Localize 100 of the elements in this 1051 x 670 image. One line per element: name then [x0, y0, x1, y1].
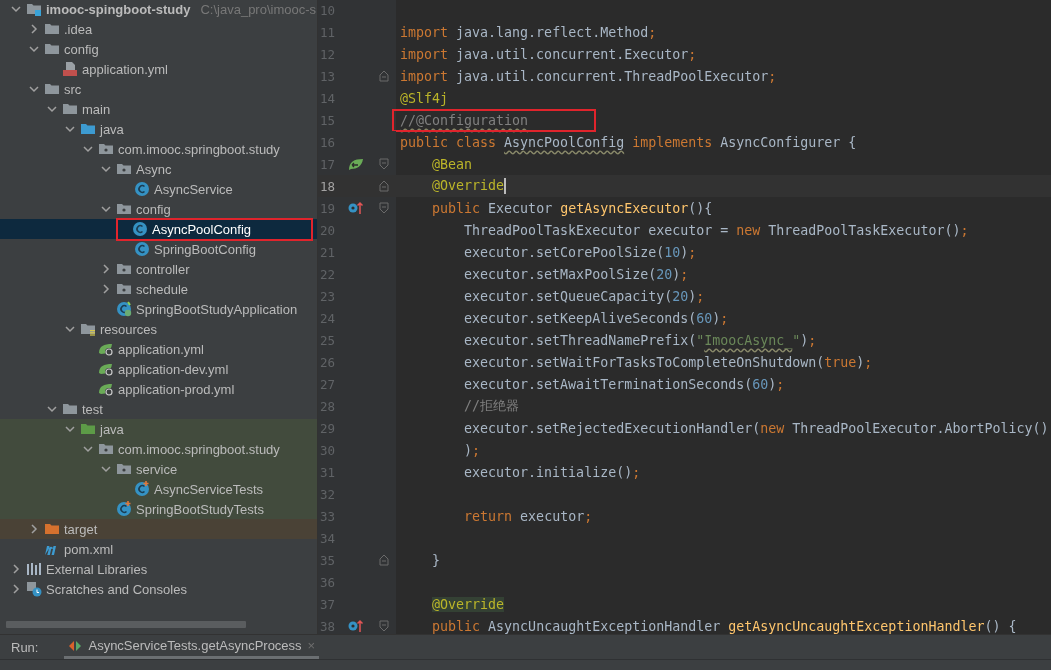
chevron-down-icon[interactable] [64, 123, 76, 135]
tree-item-label[interactable]: Async [136, 160, 172, 178]
run-label: Run: [11, 639, 39, 655]
tree-item-label[interactable]: AsyncServiceTests [154, 480, 264, 498]
tree-item-label[interactable]: controller [136, 260, 190, 278]
fold-icon[interactable] [379, 70, 389, 82]
code-line: executor.initialize(); [463, 464, 641, 480]
code-line: import java.util.concurrent.Executor; [400, 46, 697, 62]
chevron-right-icon[interactable] [28, 23, 40, 35]
chevron-down-icon[interactable] [64, 423, 76, 435]
folder-icon [26, 1, 42, 17]
tree-item-label[interactable]: test [82, 400, 103, 418]
tree-item-label[interactable]: AsyncPoolConfig [152, 220, 251, 238]
chevron-right-icon[interactable] [100, 283, 112, 295]
tree-item-label[interactable]: application.yml [82, 60, 168, 78]
line-number: 18 [319, 178, 337, 194]
bean-icon[interactable] [348, 157, 364, 171]
code-line: executor.setQueueCapacity(20); [463, 288, 705, 304]
code-line: executor.setAwaitTerminationSeconds(60); [463, 376, 785, 392]
class-icon [132, 221, 148, 237]
chevron-down-icon[interactable] [46, 403, 58, 415]
fold-icon[interactable] [379, 620, 389, 632]
yml-file-icon [62, 61, 78, 77]
chevron-down-icon[interactable] [46, 103, 58, 115]
chevron-right-icon[interactable] [10, 563, 22, 575]
leaf-gear-icon [98, 361, 114, 377]
tree-item-label[interactable]: application-prod.yml [118, 380, 235, 398]
tree-item-label[interactable]: main [82, 100, 111, 118]
tree-item-label[interactable]: java [100, 420, 124, 438]
chevron-down-icon[interactable] [28, 43, 40, 55]
code-line: executor.setKeepAliveSeconds(60); [463, 310, 729, 326]
code-line: public Executor getAsyncExecutor(){ [431, 200, 713, 216]
class-icon [134, 181, 150, 197]
class-icon [134, 241, 150, 257]
tree-item-label[interactable]: service [136, 460, 178, 478]
code-line: import java.lang.reflect.Method; [400, 24, 657, 40]
tree-item-label[interactable]: SpringBootStudyApplication [136, 300, 298, 318]
leaf-gear-icon [98, 341, 114, 357]
code-line: ); [463, 442, 481, 458]
chevron-down-icon[interactable] [28, 83, 40, 95]
tree-item-label[interactable]: config [136, 200, 171, 218]
code-line: //@Configuration [400, 112, 529, 128]
fold-icon[interactable] [379, 554, 389, 566]
tree-item-label[interactable]: SpringBootConfig [154, 240, 256, 258]
folder-icon [44, 21, 60, 37]
chevron-down-icon[interactable] [82, 443, 94, 455]
chevron-down-icon[interactable] [64, 323, 76, 335]
tree-item-label[interactable]: src [64, 80, 82, 98]
chevron-right-icon[interactable] [10, 583, 22, 595]
project-path: C:\java_pro\imooc-s [200, 1, 317, 17]
tree-item-label[interactable]: imooc-spingboot-study [46, 0, 191, 18]
folder-icon [80, 321, 96, 337]
tree-item-label[interactable]: Scratches and Consoles [46, 580, 187, 598]
chevron-down-icon[interactable] [100, 463, 112, 475]
package-icon [116, 281, 132, 297]
chevron-down-icon[interactable] [100, 203, 112, 215]
tree-item-label[interactable]: com.imooc.springboot.study [118, 140, 280, 158]
fold-icon[interactable] [379, 180, 389, 192]
text-caret [504, 178, 507, 194]
package-icon [98, 141, 114, 157]
scratch-clock-icon [26, 581, 42, 597]
fold-icon[interactable] [379, 202, 389, 214]
tree-item-label[interactable]: SpringBootStudyTests [136, 500, 264, 518]
folder-icon [62, 401, 78, 417]
tree-item-label[interactable]: External Libraries [46, 560, 148, 578]
package-icon [116, 201, 132, 217]
tree-item-label[interactable]: schedule [136, 280, 189, 298]
override-icon[interactable] [348, 619, 364, 633]
chevron-down-icon[interactable] [82, 143, 94, 155]
code-line: public AsyncUncaughtExceptionHandler getAsyncUncaughtExceptionHandler() { [431, 618, 1017, 634]
tree-item-label[interactable]: target [64, 520, 98, 538]
folder-icon [44, 41, 60, 57]
scrollbar[interactable] [6, 621, 246, 628]
code-line: executor.setMaxPoolSize(20); [463, 266, 689, 282]
folder-icon [80, 121, 96, 137]
tree-item-label[interactable]: com.imooc.springboot.study [118, 440, 280, 458]
tree-item-label[interactable]: java [100, 120, 124, 138]
tree-item-label[interactable]: config [64, 40, 99, 58]
class-icon [116, 301, 132, 317]
leaf-gear-icon [98, 381, 114, 397]
folder-icon [44, 521, 60, 537]
code-line: executor.setThreadNamePrefix("ImoocAsync_"); [463, 332, 817, 348]
chevron-down-icon[interactable] [100, 163, 112, 175]
tree-item-label[interactable]: resources [100, 320, 158, 338]
library-icon [26, 561, 42, 577]
code-line: executor.setCorePoolSize(10); [463, 244, 697, 260]
tree-item-label[interactable]: application-dev.yml [118, 360, 229, 378]
fold-icon[interactable] [379, 158, 389, 170]
chevron-down-icon[interactable] [10, 3, 22, 15]
tree-item-label[interactable]: .idea [64, 20, 93, 38]
tree-item-label[interactable]: AsyncService [154, 180, 233, 198]
package-icon [116, 161, 132, 177]
tree-item-label[interactable]: pom.xml [64, 540, 114, 558]
override-icon[interactable] [348, 201, 364, 215]
folder-icon [44, 81, 60, 97]
chevron-right-icon[interactable] [28, 523, 40, 535]
class-icon [134, 481, 150, 497]
chevron-right-icon[interactable] [100, 263, 112, 275]
tree-item-label[interactable]: application.yml [118, 340, 204, 358]
code-line: @Slf4j [400, 90, 449, 106]
